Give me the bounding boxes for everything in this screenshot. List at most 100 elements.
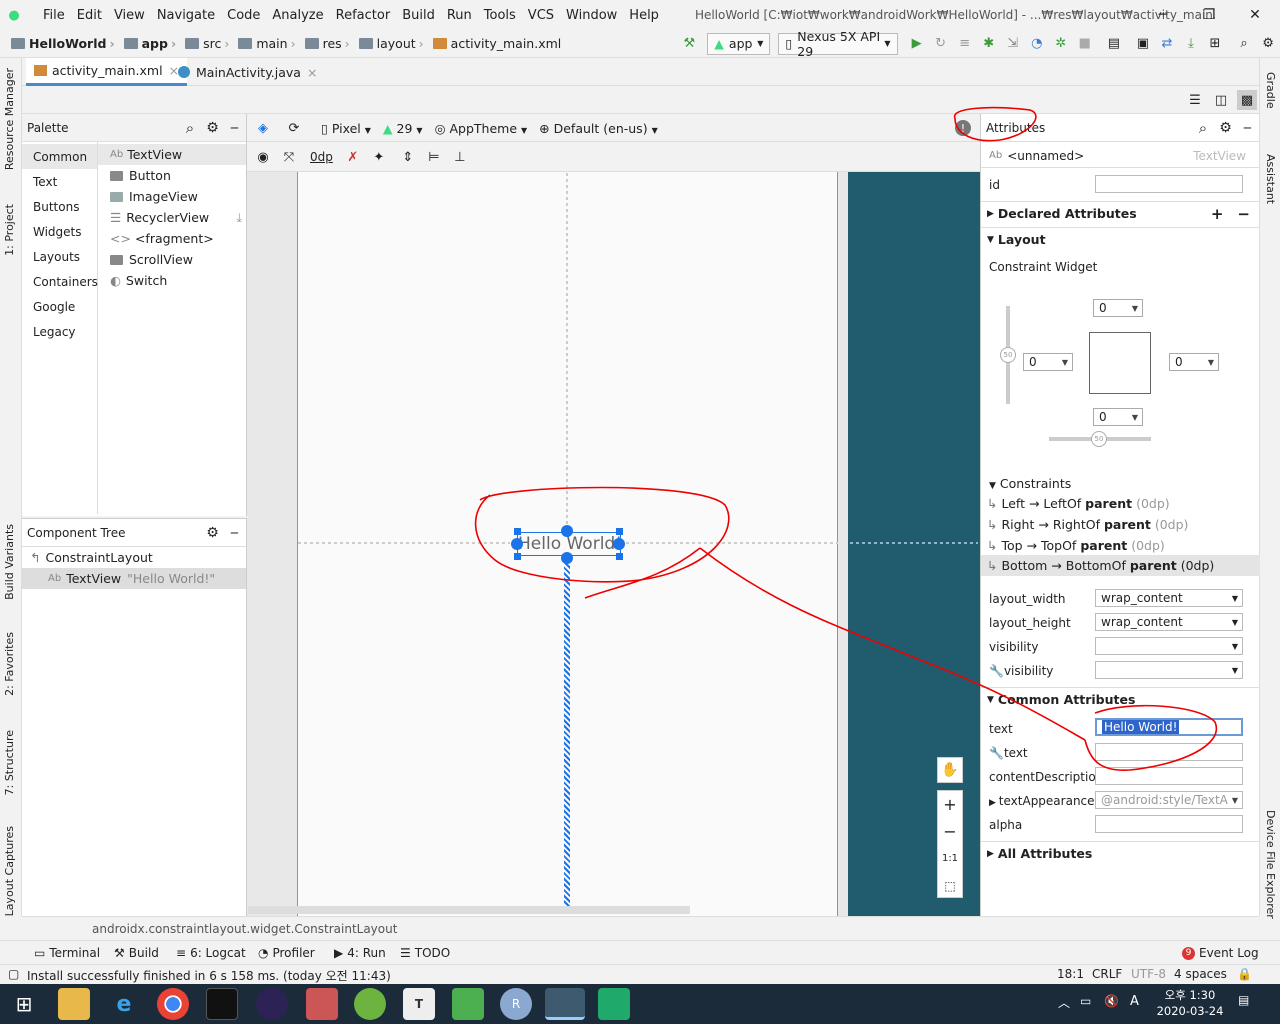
- chrome-icon[interactable]: [157, 988, 189, 1020]
- align-icon[interactable]: ⊨: [426, 149, 442, 165]
- theme-select[interactable]: ◎ AppTheme ▼: [435, 121, 528, 136]
- zoom-actual-button[interactable]: 1:1: [938, 845, 962, 872]
- close-button[interactable]: ✕: [1232, 0, 1278, 30]
- menu-code[interactable]: Code: [221, 8, 266, 23]
- content-description-field[interactable]: [1095, 767, 1243, 785]
- palette-item-button[interactable]: Button: [98, 165, 246, 186]
- split-view-icon[interactable]: ◫: [1213, 92, 1229, 108]
- menu-file[interactable]: File: [37, 8, 71, 23]
- run-icon[interactable]: ▶: [910, 36, 924, 52]
- pan-button[interactable]: ✋: [937, 757, 963, 783]
- menu-run[interactable]: Run: [441, 8, 478, 23]
- margin-bottom-select[interactable]: 0: [1093, 408, 1143, 426]
- hammer-icon[interactable]: ⚒: [682, 36, 696, 52]
- menu-navigate[interactable]: Navigate: [151, 8, 221, 23]
- menu-help[interactable]: Help: [623, 8, 665, 23]
- menu-vcs[interactable]: VCS: [522, 8, 560, 23]
- minimize-icon[interactable]: ─: [231, 526, 238, 540]
- tool-tab-layout-captures[interactable]: Layout Captures: [3, 826, 16, 916]
- margin-top-select[interactable]: 0: [1093, 299, 1143, 317]
- add-icon[interactable]: +: [1211, 205, 1224, 223]
- debug-icon[interactable]: ✱: [982, 36, 996, 52]
- indent-setting[interactable]: 4 spaces: [1174, 967, 1227, 981]
- warning-icon[interactable]: !: [955, 120, 971, 136]
- tool-tab-resource-manager[interactable]: Resource Manager: [3, 68, 16, 170]
- horizontal-scrollbar[interactable]: [248, 906, 690, 914]
- tool-tab-logcat[interactable]: ≡ 6: Logcat: [176, 941, 246, 965]
- menu-build[interactable]: Build: [396, 8, 441, 23]
- search-icon[interactable]: ⌕: [1199, 119, 1207, 137]
- app-icon[interactable]: [306, 988, 338, 1020]
- file-encoding[interactable]: UTF-8: [1131, 967, 1166, 981]
- common-attributes-section[interactable]: ▼ Common Attributes: [981, 687, 1260, 711]
- maximize-button[interactable]: ❐: [1186, 0, 1232, 30]
- line-separator[interactable]: CRLF: [1092, 967, 1122, 981]
- menu-tools[interactable]: Tools: [478, 8, 522, 23]
- zoom-fit-button[interactable]: ⬚: [938, 872, 962, 899]
- tool-tab-todo[interactable]: ☰ TODO: [400, 941, 450, 965]
- text-appearance-select[interactable]: @android:style/TextA ▼: [1095, 791, 1243, 809]
- run-config-select[interactable]: ▲ app ▼: [707, 32, 771, 55]
- palette-category-text[interactable]: Text: [22, 169, 97, 194]
- notification-icon[interactable]: ▤: [1238, 993, 1249, 1007]
- media-icon[interactable]: [452, 988, 484, 1020]
- ime-indicator[interactable]: A: [1130, 994, 1139, 1009]
- search-icon[interactable]: ⌕: [186, 119, 194, 137]
- resize-handle[interactable]: [616, 528, 623, 535]
- palette-category-widgets[interactable]: Widgets: [22, 219, 97, 244]
- margin-left-select[interactable]: 0: [1023, 353, 1073, 371]
- breadcrumb-res[interactable]: res ›: [302, 36, 356, 51]
- constraint-right[interactable]: ↳ Right → RightOf parent (0dp): [987, 517, 1257, 532]
- close-icon[interactable]: ×: [307, 65, 317, 80]
- minimize-icon[interactable]: ─: [231, 121, 238, 135]
- layout-width-select[interactable]: wrap_content ▼: [1095, 589, 1243, 607]
- green-app-icon[interactable]: [598, 988, 630, 1020]
- apply-changes-icon[interactable]: ↻: [934, 36, 948, 52]
- clear-constraints-icon[interactable]: ✗: [345, 149, 361, 165]
- tab-activity-main[interactable]: activity_main.xml ×: [26, 58, 188, 86]
- menu-analyze[interactable]: Analyze: [266, 8, 329, 23]
- coverage-icon[interactable]: ✲: [1054, 36, 1068, 52]
- tools-text-field[interactable]: [1095, 743, 1243, 761]
- minimize-button[interactable]: ─: [1140, 0, 1186, 30]
- tool-tab-device-file-explorer[interactable]: Device File Explorer: [1264, 810, 1277, 919]
- settings-icon[interactable]: ⚙: [1261, 36, 1275, 52]
- visibility-select[interactable]: ▼: [1095, 637, 1243, 655]
- margin-right-select[interactable]: 0: [1169, 353, 1219, 371]
- declared-attributes-section[interactable]: ▶ Declared Attributes + −: [981, 201, 1260, 225]
- tools-visibility-select[interactable]: ▼: [1095, 661, 1243, 679]
- tool-tab-build[interactable]: ⚒ Build: [114, 941, 159, 965]
- all-attributes-section[interactable]: ▶ All Attributes: [981, 841, 1260, 865]
- palette-category-common[interactable]: Common: [22, 144, 97, 169]
- remove-icon[interactable]: −: [1237, 205, 1250, 223]
- resize-handle[interactable]: [514, 553, 521, 560]
- id-field[interactable]: [1095, 175, 1243, 193]
- tool-tab-assistant[interactable]: Assistant: [1264, 154, 1277, 204]
- network-icon[interactable]: ▭: [1080, 994, 1091, 1008]
- minimize-icon[interactable]: ─: [1244, 121, 1251, 135]
- tool-tab-profiler[interactable]: ◔ Profiler: [258, 941, 315, 965]
- search-icon[interactable]: ⌕: [1237, 36, 1251, 52]
- tool-tab-run[interactable]: ▶ 4: Run: [334, 941, 386, 965]
- code-view-icon[interactable]: ☰: [1187, 92, 1203, 108]
- eye-icon[interactable]: ◉: [255, 149, 271, 165]
- breadcrumb-project[interactable]: HelloWorld ›: [8, 36, 121, 51]
- palette-category-buttons[interactable]: Buttons: [22, 194, 97, 219]
- r-icon[interactable]: R: [500, 988, 532, 1020]
- constraint-left[interactable]: ↳ Left → LeftOf parent (0dp): [987, 496, 1257, 511]
- menu-refactor[interactable]: Refactor: [330, 8, 397, 23]
- palette-item-textview[interactable]: Ab TextView: [98, 144, 246, 165]
- palette-item-switch[interactable]: ◐ Switch: [98, 270, 246, 291]
- orientation-icon[interactable]: ⟳: [286, 120, 302, 136]
- stop-icon[interactable]: ■: [1078, 36, 1092, 52]
- sync-icon[interactable]: ⇄: [1160, 36, 1174, 52]
- device-select[interactable]: ▯ Nexus 5X API 29 ▼: [778, 29, 898, 59]
- spring-icon[interactable]: [354, 988, 386, 1020]
- tree-node-constraintlayout[interactable]: ↰ ConstraintLayout: [22, 547, 246, 568]
- avd-manager-icon[interactable]: ▣: [1136, 36, 1150, 52]
- palette-category-google[interactable]: Google: [22, 294, 97, 319]
- menu-edit[interactable]: Edit: [71, 8, 108, 23]
- breadcrumb-app[interactable]: app ›: [121, 36, 183, 51]
- android-studio-taskbar-icon[interactable]: [545, 988, 585, 1020]
- guidelines-icon[interactable]: ⊥: [452, 149, 468, 165]
